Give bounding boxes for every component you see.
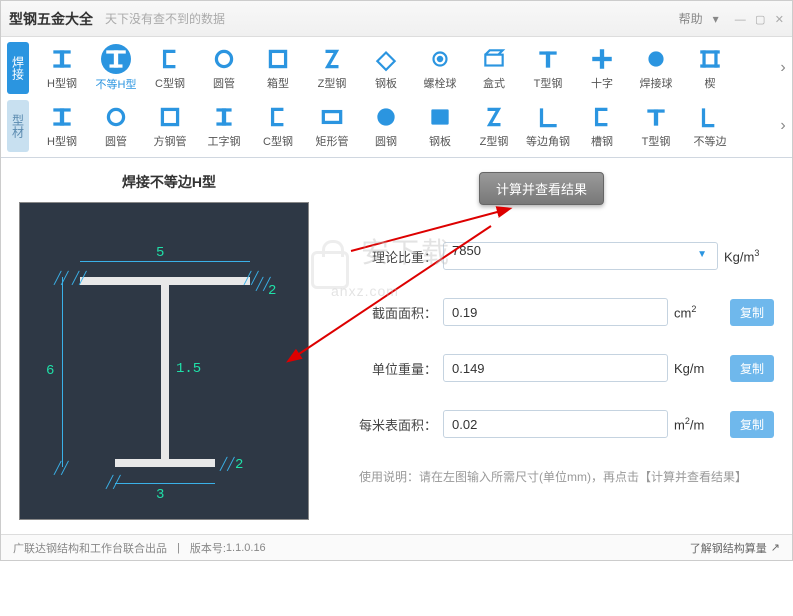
- dim-top-thick[interactable]: 2: [268, 283, 276, 299]
- tool-wedge[interactable]: 楔: [683, 45, 737, 91]
- tool-c-steel[interactable]: C型钢: [143, 45, 197, 91]
- density-label: 理论比重：: [359, 247, 437, 266]
- copy-area-button[interactable]: 复制: [730, 299, 774, 326]
- app-slogan: 天下没有查不到的数据: [105, 10, 225, 27]
- tool-plate[interactable]: 钢板: [359, 45, 413, 91]
- surface-label: 每米表面积：: [359, 415, 437, 434]
- scroll-right-icon[interactable]: ›: [774, 59, 792, 77]
- tool-t-steel[interactable]: T型钢: [521, 45, 575, 91]
- density-select[interactable]: 7850: [443, 242, 718, 270]
- version-value: 1.1.0.16: [226, 542, 266, 554]
- dim-height[interactable]: 6: [46, 363, 54, 379]
- weld-tools: H型钢 不等H型 C型钢 圆管 箱型 Z型钢 钢板 螺栓球 盒式 T型钢 十字 …: [35, 44, 774, 92]
- tool-p-t[interactable]: T型钢: [629, 103, 683, 149]
- watermark-lock-icon: [311, 251, 349, 289]
- tab-profile[interactable]: 型材: [7, 100, 29, 152]
- help-dropdown-icon[interactable]: ▾: [713, 12, 719, 26]
- beam-bottom-flange: [115, 459, 215, 467]
- tool-p-c-steel[interactable]: C型钢: [251, 103, 305, 149]
- minimize-icon[interactable]: —: [735, 14, 746, 26]
- tool-p-square[interactable]: 方钢管: [143, 103, 197, 149]
- close-icon[interactable]: ✕: [775, 14, 784, 26]
- row-area: 截面面积： cm2 复制: [359, 298, 774, 326]
- handle-icon[interactable]: ╱╱: [54, 461, 68, 475]
- row-surface: 每米表面积： m2/m 复制: [359, 410, 774, 438]
- window-controls: — ▢ ✕: [729, 12, 784, 26]
- copy-weight-button[interactable]: 复制: [730, 355, 774, 382]
- tool-p-h-beam[interactable]: H型钢: [35, 103, 89, 149]
- tool-box[interactable]: 箱型: [251, 45, 305, 91]
- area-unit: cm2: [674, 304, 724, 320]
- dim-line-height: [62, 277, 63, 467]
- tool-p-pipe[interactable]: 圆管: [89, 103, 143, 149]
- tool-cross[interactable]: 十字: [575, 45, 629, 91]
- tab-weld[interactable]: 焊接: [7, 42, 29, 94]
- tool-p-z[interactable]: Z型钢: [467, 103, 521, 149]
- handle-icon[interactable]: ╱╱: [54, 271, 68, 285]
- calculate-button[interactable]: 计算并查看结果: [479, 172, 604, 205]
- surface-unit: m2/m: [674, 416, 724, 432]
- dim-bot-width[interactable]: 3: [156, 487, 164, 503]
- handle-icon[interactable]: ╱╱: [72, 271, 86, 285]
- toolbar-row-weld: 焊接 H型钢 不等H型 C型钢 圆管 箱型 Z型钢 钢板 螺栓球 盒式 T型钢 …: [1, 39, 792, 97]
- app-title: 型钢五金大全: [9, 9, 93, 29]
- tool-h-beam[interactable]: H型钢: [35, 45, 89, 91]
- tool-weld-ball[interactable]: 焊接球: [629, 45, 683, 91]
- density-unit: Kg/m3: [724, 248, 774, 264]
- tool-p-round[interactable]: 圆钢: [359, 103, 413, 149]
- copy-surface-button[interactable]: 复制: [730, 411, 774, 438]
- weight-input[interactable]: [443, 354, 668, 382]
- toolbar-area: 焊接 H型钢 不等H型 C型钢 圆管 箱型 Z型钢 钢板 螺栓球 盒式 T型钢 …: [1, 37, 792, 158]
- dim-bot-thick[interactable]: 2: [235, 457, 243, 473]
- usage-text: 使用说明：请在左图输入所需尺寸(单位mm)，再点击【计算并查看结果】: [359, 468, 774, 485]
- toolbar-row-profile: 型材 H型钢 圆管 方钢管 工字钢 C型钢 矩形管 圆钢 钢板 Z型钢 等边角钢…: [1, 97, 792, 155]
- external-icon: ↗: [771, 541, 780, 554]
- tool-pipe[interactable]: 圆管: [197, 45, 251, 91]
- tool-z-steel[interactable]: Z型钢: [305, 45, 359, 91]
- dim-web-thick[interactable]: 1.5: [176, 361, 201, 377]
- dim-top-width[interactable]: 5: [156, 245, 164, 261]
- beam-web: [161, 277, 169, 467]
- credit-text: 广联达钢结构和工作台联合出品: [13, 540, 167, 556]
- weight-unit: Kg/m: [674, 361, 724, 376]
- tool-p-angle[interactable]: 等边角钢: [521, 103, 575, 149]
- profile-tools: H型钢 圆管 方钢管 工字钢 C型钢 矩形管 圆钢 钢板 Z型钢 等边角钢 槽钢…: [35, 103, 774, 149]
- maximize-icon[interactable]: ▢: [755, 14, 765, 26]
- row-density: 理论比重： 7850 Kg/m3: [359, 242, 774, 270]
- titlebar: 型钢五金大全 天下没有查不到的数据 帮助 ▾ — ▢ ✕: [1, 1, 792, 37]
- handle-icon[interactable]: ╱╱: [220, 457, 234, 471]
- dim-line-bot: [115, 483, 215, 484]
- help-link[interactable]: 帮助: [679, 10, 703, 27]
- tool-p-unequal-angle[interactable]: 不等边: [683, 103, 737, 149]
- scroll-right-icon-2[interactable]: ›: [774, 117, 792, 135]
- surface-input[interactable]: [443, 410, 668, 438]
- area-label: 截面面积：: [359, 303, 437, 322]
- learn-more-link[interactable]: 了解钢结构算量: [690, 540, 767, 556]
- dim-line-top: [80, 261, 250, 262]
- tool-p-channel[interactable]: 槽钢: [575, 103, 629, 149]
- tool-p-plate[interactable]: 钢板: [413, 103, 467, 149]
- tool-cassette[interactable]: 盒式: [467, 45, 521, 91]
- tool-bolt-ball[interactable]: 螺栓球: [413, 45, 467, 91]
- tool-p-rect[interactable]: 矩形管: [305, 103, 359, 149]
- row-weight: 单位重量： Kg/m 复制: [359, 354, 774, 382]
- version-label: 版本号:: [190, 540, 226, 556]
- weight-label: 单位重量：: [359, 359, 437, 378]
- statusbar: 广联达钢结构和工作台联合出品 | 版本号: 1.1.0.16 了解钢结构算量 ↗: [1, 534, 792, 560]
- tool-unequal-h[interactable]: 不等H型: [89, 44, 143, 92]
- diagram-box[interactable]: ╱╱ ╱╱ ╱╱ ╱╱ ╱╱ ╱╱ ╱╱ 5 2 6 1.5 2 3: [19, 202, 309, 520]
- diagram-title: 焊接不等边H型: [19, 172, 319, 192]
- handle-icon[interactable]: ╱╱: [106, 475, 120, 489]
- area-input[interactable]: [443, 298, 668, 326]
- tool-p-i-beam[interactable]: 工字钢: [197, 103, 251, 149]
